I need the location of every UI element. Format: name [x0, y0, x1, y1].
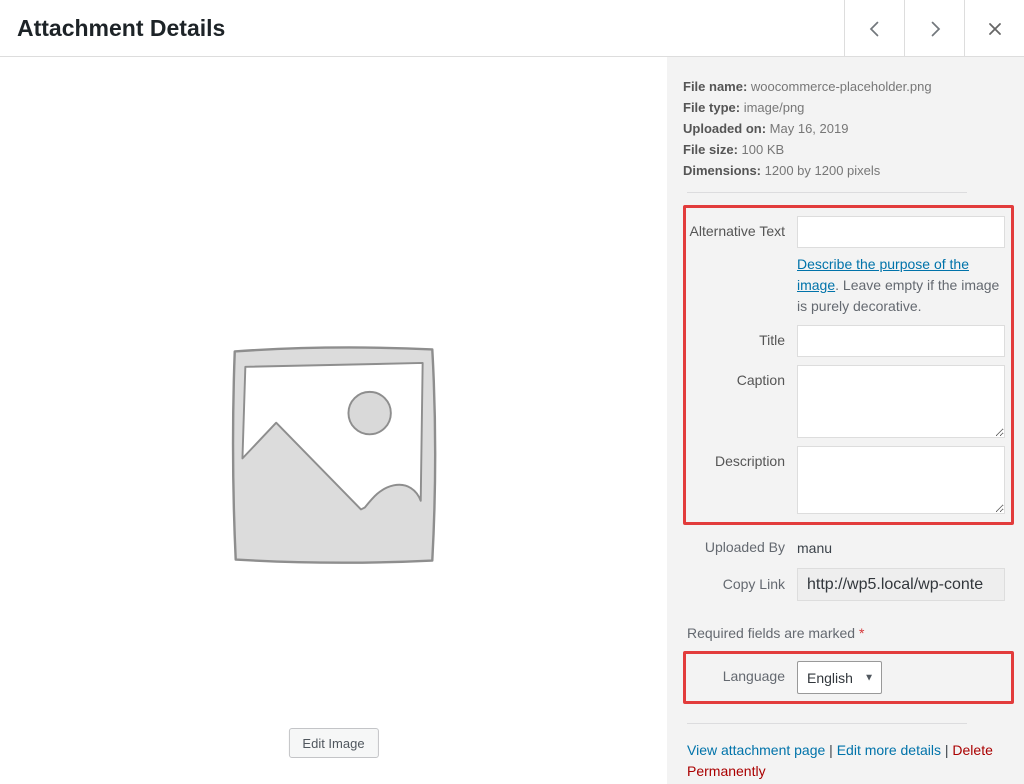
alt-text-label: Alternative Text	[688, 216, 785, 240]
previous-attachment-button[interactable]	[844, 0, 904, 57]
copy-link-row: Copy Link	[683, 568, 1014, 601]
modal-body: Edit Image File name: woocommerce-placeh…	[0, 57, 1024, 784]
file-name-row: File name: woocommerce-placeholder.png	[683, 76, 1014, 97]
chevron-left-icon	[865, 19, 885, 39]
media-preview-panel: Edit Image	[0, 57, 667, 784]
description-textarea[interactable]	[797, 446, 1005, 514]
divider	[687, 192, 967, 193]
close-icon	[987, 21, 1003, 37]
language-annotation-box: Language English ▼	[683, 651, 1014, 704]
edit-more-details-link[interactable]: Edit more details	[837, 742, 941, 758]
uploaded-by-value: manu	[797, 539, 1005, 556]
caption-textarea[interactable]	[797, 365, 1005, 438]
attachment-details-modal: Attachment Details	[0, 0, 1024, 784]
dimensions-row: Dimensions: 1200 by 1200 pixels	[683, 160, 1014, 181]
view-attachment-page-link[interactable]: View attachment page	[687, 742, 825, 758]
file-size-row: File size: 100 KB	[683, 139, 1014, 160]
link-separator: |	[941, 742, 949, 758]
copy-link-input[interactable]	[797, 568, 1005, 601]
caption-label: Caption	[688, 365, 785, 389]
file-info: File name: woocommerce-placeholder.png F…	[683, 76, 1014, 181]
woocommerce-placeholder-image	[228, 340, 440, 570]
caption-row: Caption	[688, 365, 1005, 438]
file-size-label: File size:	[683, 142, 738, 157]
next-attachment-button[interactable]	[904, 0, 964, 57]
fields-annotation-box: Alternative Text Describe the purpose of…	[683, 205, 1014, 525]
attachment-preview-image	[228, 340, 440, 575]
file-type-row: File type: image/png	[683, 97, 1014, 118]
link-separator: |	[825, 742, 836, 758]
copy-link-label: Copy Link	[688, 576, 785, 593]
chevron-right-icon	[925, 19, 945, 39]
dimensions-value: 1200 by 1200 pixels	[765, 163, 881, 178]
file-name-value: woocommerce-placeholder.png	[751, 79, 932, 94]
file-type-label: File type:	[683, 100, 740, 115]
file-type-value: image/png	[744, 100, 805, 115]
required-fields-note: Required fields are marked *	[687, 625, 1014, 641]
file-name-label: File name:	[683, 79, 747, 94]
header-nav	[844, 0, 1024, 56]
language-label: Language	[688, 661, 785, 685]
uploaded-on-row: Uploaded on: May 16, 2019	[683, 118, 1014, 139]
dimensions-label: Dimensions:	[683, 163, 761, 178]
modal-header: Attachment Details	[0, 0, 1024, 57]
sun-icon	[348, 392, 390, 434]
uploaded-on-value: May 16, 2019	[770, 121, 849, 136]
attachment-details-sidebar: File name: woocommerce-placeholder.png F…	[667, 57, 1024, 784]
alt-text-input[interactable]	[797, 216, 1005, 248]
uploaded-by-row: Uploaded By manu	[683, 539, 1014, 556]
attachment-actions: View attachment page | Edit more details…	[687, 740, 1014, 782]
description-label: Description	[688, 446, 785, 470]
title-input[interactable]	[797, 325, 1005, 357]
title-label: Title	[688, 325, 785, 349]
language-select[interactable]: English	[797, 661, 882, 694]
uploaded-by-label: Uploaded By	[688, 539, 785, 556]
required-note-text: Required fields are marked	[687, 625, 859, 641]
uploaded-on-label: Uploaded on:	[683, 121, 766, 136]
page-title: Attachment Details	[0, 0, 225, 56]
file-size-value: 100 KB	[742, 142, 785, 157]
alt-text-row: Alternative Text Describe the purpose of…	[688, 216, 1005, 317]
required-asterisk: *	[859, 625, 864, 641]
divider	[687, 723, 967, 724]
alt-text-help: Describe the purpose of the image. Leave…	[797, 254, 1005, 317]
edit-image-button[interactable]: Edit Image	[288, 728, 378, 758]
title-row: Title	[688, 325, 1005, 357]
language-row: Language English ▼	[688, 661, 1005, 694]
description-row: Description	[688, 446, 1005, 514]
close-button[interactable]	[964, 0, 1024, 57]
